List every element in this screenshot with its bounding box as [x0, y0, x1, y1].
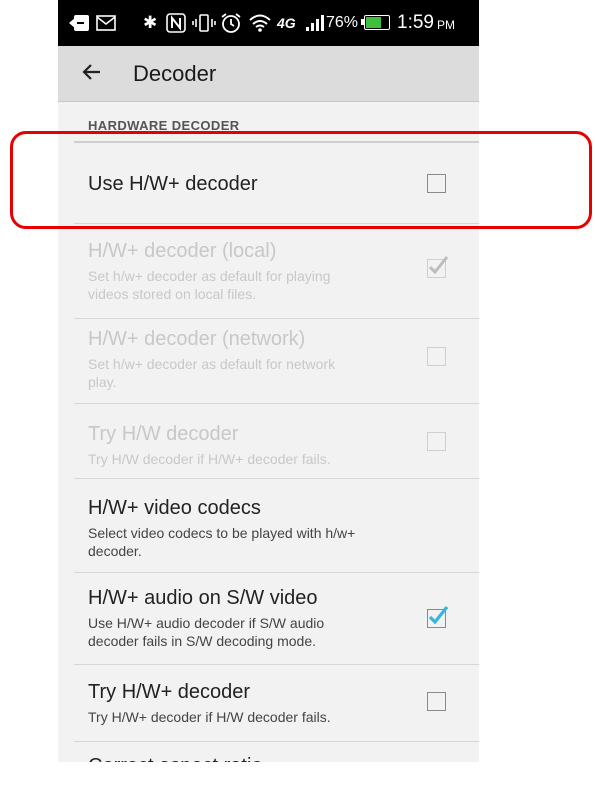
pref-summary: Set h/w+ decoder as default for playing …	[88, 267, 418, 303]
pref-hw-plus-decoder-network[interactable]: H/W+ decoder (network) Set h/w+ decoder …	[88, 327, 418, 391]
bluetooth-icon: ✱	[143, 13, 158, 33]
highlight-annotation	[10, 131, 592, 229]
lte-icon: 4G	[277, 15, 296, 31]
clock-ampm: PM	[436, 18, 455, 32]
vibrate-icon	[192, 0, 216, 46]
pref-hw-plus-video-codecs[interactable]: H/W+ video codecs Select video codecs to…	[88, 496, 418, 560]
checkbox-hw-plus-decoder-local[interactable]	[427, 256, 449, 278]
pref-title: H/W+ video codecs	[88, 497, 261, 519]
pref-summary: Use H/W+ audio decoder if S/W audio deco…	[88, 614, 418, 650]
status-bar: ✱ 4G 76% 1:59 PM	[58, 0, 479, 46]
summary-line: decoder.	[88, 543, 142, 559]
pref-summary: Select video codecs to be played with h/…	[88, 524, 418, 560]
pref-title: Try H/W decoder	[88, 423, 239, 445]
page-title: Decoder	[133, 61, 217, 86]
pref-hw-plus-decoder-local[interactable]: H/W+ decoder (local) Set h/w+ decoder as…	[88, 239, 418, 303]
divider	[74, 403, 479, 404]
divider	[74, 478, 479, 479]
pref-title: H/W+ decoder (network)	[88, 328, 306, 350]
signal-icon	[305, 0, 325, 46]
pref-summary: Set h/w+ decoder as default for network …	[88, 355, 418, 391]
checkbox-try-hw-plus-decoder[interactable]	[427, 692, 446, 711]
summary-line: decoder fails in S/W decoding mode.	[88, 633, 317, 649]
pref-summary: Try H/W+ decoder if H/W decoder fails.	[88, 708, 418, 726]
divider	[74, 572, 479, 573]
clock: 1:59 PM	[397, 0, 455, 46]
divider	[74, 318, 479, 319]
pref-title: Correct aspect ratio	[88, 754, 418, 762]
pref-title: H/W+ decoder (local)	[88, 240, 277, 262]
alarm-icon	[220, 0, 242, 46]
action-bar: Decoder	[58, 46, 479, 102]
pref-correct-aspect-ratio[interactable]: Correct aspect ratio	[88, 754, 418, 762]
back-notification-icon	[68, 0, 90, 46]
wifi-icon	[248, 0, 272, 46]
checkbox-hw-plus-decoder-network[interactable]	[427, 347, 446, 366]
summary-line: Try H/W decoder if H/W+ decoder fails.	[88, 451, 331, 467]
pref-hw-plus-audio-on-sw-video[interactable]: H/W+ audio on S/W video Use H/W+ audio d…	[88, 586, 418, 650]
pref-title: Try H/W+ decoder	[88, 681, 251, 703]
summary-line: Set h/w+ decoder as default for network	[88, 356, 336, 372]
divider	[74, 741, 479, 742]
phone-screen: ✱ 4G 76% 1:59 PM Decoder HARDWARE DECODE…	[58, 0, 479, 762]
summary-line: Set h/w+ decoder as default for playing	[88, 268, 331, 284]
checkbox-hw-plus-audio-on-sw-video[interactable]	[427, 606, 449, 628]
summary-line: Use H/W+ audio decoder if S/W audio	[88, 615, 325, 631]
summary-line: videos stored on local files.	[88, 286, 257, 302]
mail-icon	[96, 0, 116, 46]
battery-percent: 76%	[326, 14, 359, 31]
pref-summary: Try H/W decoder if H/W+ decoder fails.	[88, 450, 418, 468]
pref-try-hw-decoder[interactable]: Try H/W decoder Try H/W decoder if H/W+ …	[88, 422, 418, 468]
summary-line: play.	[88, 374, 117, 390]
nfc-icon	[166, 0, 186, 46]
clock-time: 1:59	[397, 12, 434, 33]
summary-line: Select video codecs to be played with h/…	[88, 525, 356, 541]
summary-line: Try H/W+ decoder if H/W decoder fails.	[88, 709, 331, 725]
arrow-left-icon[interactable]	[80, 60, 104, 84]
battery-fill	[366, 17, 381, 28]
checkbox-try-hw-decoder[interactable]	[427, 432, 446, 451]
divider	[74, 664, 479, 665]
battery-icon	[361, 15, 390, 30]
pref-try-hw-plus-decoder[interactable]: Try H/W+ decoder Try H/W+ decoder if H/W…	[88, 680, 418, 726]
pref-title: H/W+ audio on S/W video	[88, 587, 318, 609]
